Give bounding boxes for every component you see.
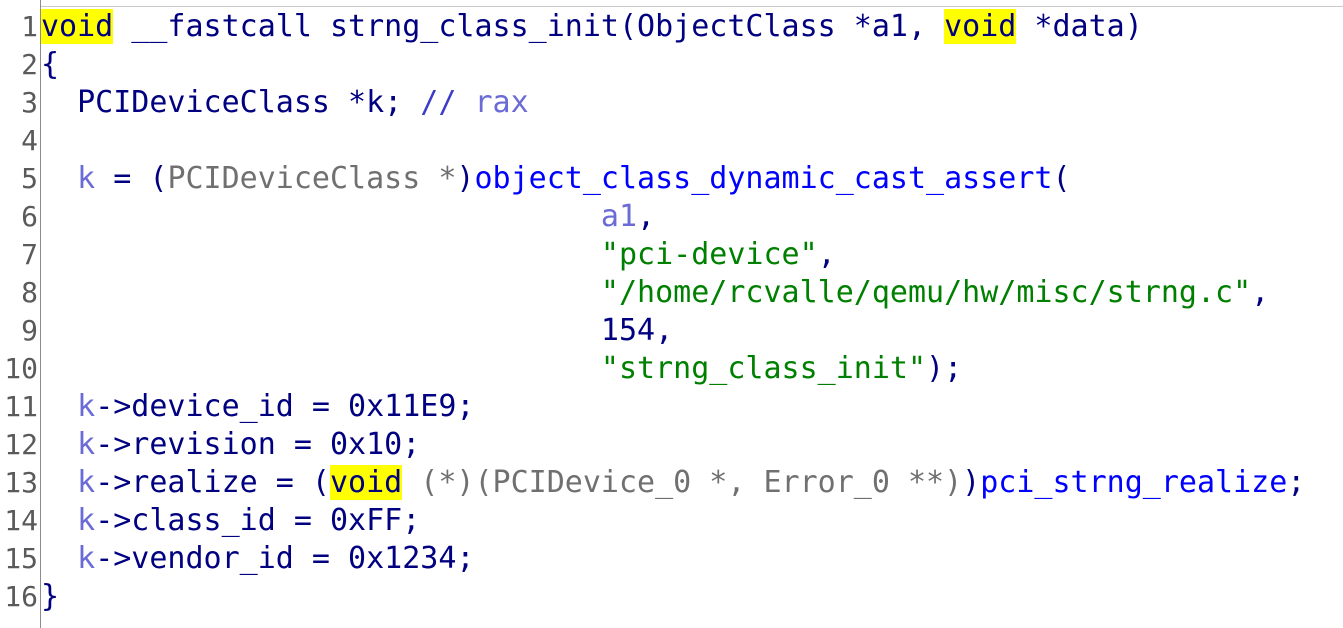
code-text: k->realize = (void (*)(PCIDevice_0 *, Er… [41,464,1305,502]
code-token: ->device_id = 0x11E9; [95,389,475,424]
code-token: ->revision = 0x10; [95,427,421,462]
code-token: // [420,85,475,120]
pseudocode-view[interactable]: 1 void __fastcall strng_class_init(Object… [0,0,1343,628]
code-token: PCIDeviceClass *k; [41,85,421,120]
code-token: pci_strng_realize [980,465,1288,500]
top-divider [40,6,1343,7]
code-token: *data) [1016,9,1143,44]
line-number: 4 [21,124,38,157]
code-token: "/home/rcvalle/qemu/hw/misc/strng.c" [600,275,1252,310]
code-text: void __fastcall strng_class_init(ObjectC… [41,8,1143,46]
code-token: ); [926,351,963,386]
code-text: k->revision = 0x10; [41,426,420,464]
code-token: "pci-device" [600,237,818,272]
line-number: 6 [21,200,38,233]
code-token: object_class_dynamic_cast_assert [474,161,1053,196]
code-text: "pci-device", [41,236,836,274]
code-text: } [41,578,59,616]
code-token: , [637,199,656,234]
code-token: a1 [600,199,638,234]
highlighted-keyword: void [41,9,114,44]
line-number: 2 [21,48,38,81]
line-number: 3 [21,86,38,119]
code-text: k = (PCIDeviceClass *)object_class_dynam… [41,160,1071,198]
code-token: k [77,161,96,196]
code-token: 154 [600,313,656,348]
code-token: PCIDeviceClass * [167,161,457,196]
code-token: ->vendor_id = 0x1234; [95,541,475,576]
line-number: 13 [4,466,38,499]
line-number: 7 [21,238,38,271]
code-token: ; [1287,465,1306,500]
code-token: ( [1052,161,1071,196]
line-number: 16 [4,580,38,613]
code-text: 154, [41,312,673,350]
highlighted-keyword: void [944,9,1017,44]
code-text: PCIDeviceClass *k; // rax [41,84,529,122]
line-number: 14 [4,504,38,537]
line-number: 1 [21,10,38,43]
code-text: "strng_class_init"); [41,350,962,388]
code-token: ->class_id = 0xFF; [95,503,421,538]
code-text: k->vendor_id = 0x1234; [41,540,474,578]
code-token: (*)(PCIDevice_0 *, Error_0 **) [402,465,963,500]
code-token: rax [474,85,529,120]
line-number: 9 [21,314,38,347]
code-token: k [77,389,96,424]
code-token: ) [456,161,475,196]
code-token: "strng_class_init" [600,351,927,386]
code-text: "/home/rcvalle/qemu/hw/misc/strng.c", [41,274,1269,312]
line-number: 5 [21,162,38,195]
code-token: ) [962,465,981,500]
code-token: , [817,237,836,272]
line-number: 12 [4,428,38,461]
line-number: 8 [21,276,38,309]
highlighted-keyword: void [330,465,403,500]
code-token: , [655,313,674,348]
code-token: , [1251,275,1270,310]
code-token: } [41,579,60,614]
code-token: k [77,503,96,538]
code-text: k->device_id = 0x11E9; [41,388,474,426]
code-token: = ( [95,161,168,196]
line-number: 10 [4,352,38,385]
code-text: k->class_id = 0xFF; [41,502,420,540]
line-number: 15 [4,542,38,575]
code-token: __fastcall strng_class_init(ObjectClass … [113,9,945,44]
code-token: k [77,541,96,576]
code-text: a1, [41,198,655,236]
code-token: ->realize = ( [95,465,330,500]
code-token: k [77,465,96,500]
code-token: k [77,427,96,462]
code-text: { [41,46,59,84]
code-token: { [41,47,60,82]
line-number: 11 [4,390,38,423]
